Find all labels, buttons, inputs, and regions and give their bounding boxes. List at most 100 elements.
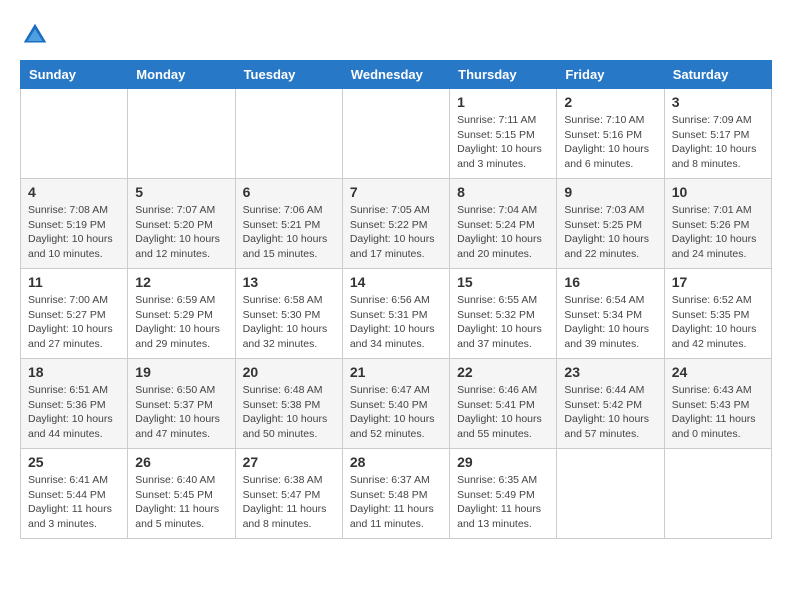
day-info: Sunrise: 7:08 AM Sunset: 5:19 PM Dayligh… (28, 203, 120, 262)
calendar-cell: 26Sunrise: 6:40 AM Sunset: 5:45 PM Dayli… (128, 449, 235, 539)
day-info: Sunrise: 6:55 AM Sunset: 5:32 PM Dayligh… (457, 293, 549, 352)
logo (20, 20, 54, 50)
calendar-cell: 20 Sunrise: 6:48 AM Sunset: 5:38 PM Dayli… (235, 359, 342, 449)
calendar-cell: 25 Sunrise: 6:41 AM Sunset: 5:44 PM Dayli… (21, 449, 128, 539)
day-number: 11 (28, 274, 120, 290)
day-info: Sunrise: 7:05 AM Sunset: 5:22 PM Dayligh… (350, 203, 442, 262)
calendar-cell: 4 Sunrise: 7:08 AM Sunset: 5:19 PM Daylig… (21, 179, 128, 269)
day-number: 3 (672, 94, 764, 110)
day-number: 21 (350, 364, 442, 380)
day-info: Sunrise: 7:04 AM Sunset: 5:24 PM Dayligh… (457, 203, 549, 262)
day-info: Sunrise: 6:50 AM Sunset: 5:37 PM Dayligh… (135, 383, 227, 442)
calendar-cell: 12 Sunrise: 6:59 AM Sunset: 5:29 PM Dayli… (128, 269, 235, 359)
calendar-cell: 10 Sunrise: 7:01 AM Sunset: 5:26 PM Dayli… (664, 179, 771, 269)
calendar-cell: 2 Sunrise: 7:10 AM Sunset: 5:16 PM Daylig… (557, 89, 664, 179)
day-number: 14 (350, 274, 442, 290)
day-info: Sunrise: 6:44 AM Sunset: 5:42 PM Dayligh… (564, 383, 656, 442)
day-number: 5 (135, 184, 227, 200)
calendar-cell: 16 Sunrise: 6:54 AM Sunset: 5:34 PM Dayli… (557, 269, 664, 359)
calendar-cell (235, 89, 342, 179)
day-number: 12 (135, 274, 227, 290)
day-info: Sunrise: 6:51 AM Sunset: 5:36 PM Dayligh… (28, 383, 120, 442)
day-number: 2 (564, 94, 656, 110)
day-info: Sunrise: 6:52 AM Sunset: 5:35 PM Dayligh… (672, 293, 764, 352)
calendar-cell: 3 Sunrise: 7:09 AM Sunset: 5:17 PM Daylig… (664, 89, 771, 179)
day-info: Sunrise: 6:59 AM Sunset: 5:29 PM Dayligh… (135, 293, 227, 352)
calendar-cell: 13 Sunrise: 6:58 AM Sunset: 5:30 PM Dayli… (235, 269, 342, 359)
day-info: Sunrise: 7:09 AM Sunset: 5:17 PM Dayligh… (672, 113, 764, 172)
day-number: 4 (28, 184, 120, 200)
day-number: 22 (457, 364, 549, 380)
calendar-cell: 24Sunrise: 6:43 AM Sunset: 5:43 PM Dayli… (664, 359, 771, 449)
calendar-cell (21, 89, 128, 179)
col-header-monday: Monday (128, 61, 235, 89)
day-info: Sunrise: 6:41 AM Sunset: 5:44 PM Dayligh… (28, 473, 120, 532)
day-info: Sunrise: 6:38 AM Sunset: 5:47 PM Dayligh… (243, 473, 335, 532)
day-number: 28 (350, 454, 442, 470)
calendar-cell: 9 Sunrise: 7:03 AM Sunset: 5:25 PM Daylig… (557, 179, 664, 269)
col-header-wednesday: Wednesday (342, 61, 449, 89)
calendar-cell: 1 Sunrise: 7:11 AM Sunset: 5:15 PM Daylig… (450, 89, 557, 179)
calendar-cell: 11 Sunrise: 7:00 AM Sunset: 5:27 PM Dayli… (21, 269, 128, 359)
day-info: Sunrise: 7:03 AM Sunset: 5:25 PM Dayligh… (564, 203, 656, 262)
calendar-week-row: 11 Sunrise: 7:00 AM Sunset: 5:27 PM Dayli… (21, 269, 772, 359)
day-info: Sunrise: 7:01 AM Sunset: 5:26 PM Dayligh… (672, 203, 764, 262)
calendar-week-row: 18 Sunrise: 6:51 AM Sunset: 5:36 PM Dayli… (21, 359, 772, 449)
calendar-cell: 22 Sunrise: 6:46 AM Sunset: 5:41 PM Dayli… (450, 359, 557, 449)
calendar-cell (557, 449, 664, 539)
calendar-cell: 21 Sunrise: 6:47 AM Sunset: 5:40 PM Dayli… (342, 359, 449, 449)
day-number: 17 (672, 274, 764, 290)
day-number: 8 (457, 184, 549, 200)
day-number: 25 (28, 454, 120, 470)
day-info: Sunrise: 6:58 AM Sunset: 5:30 PM Dayligh… (243, 293, 335, 352)
day-number: 9 (564, 184, 656, 200)
calendar-cell: 7 Sunrise: 7:05 AM Sunset: 5:22 PM Daylig… (342, 179, 449, 269)
calendar-cell: 17 Sunrise: 6:52 AM Sunset: 5:35 PM Dayli… (664, 269, 771, 359)
day-info: Sunrise: 7:11 AM Sunset: 5:15 PM Dayligh… (457, 113, 549, 172)
day-number: 19 (135, 364, 227, 380)
calendar-week-row: 1 Sunrise: 7:11 AM Sunset: 5:15 PM Daylig… (21, 89, 772, 179)
day-number: 7 (350, 184, 442, 200)
day-info: Sunrise: 6:48 AM Sunset: 5:38 PM Dayligh… (243, 383, 335, 442)
calendar-cell: 19 Sunrise: 6:50 AM Sunset: 5:37 PM Dayli… (128, 359, 235, 449)
calendar-cell: 28 Sunrise: 6:37 AM Sunset: 5:48 PM Dayli… (342, 449, 449, 539)
day-number: 16 (564, 274, 656, 290)
day-info: Sunrise: 6:43 AM Sunset: 5:43 PM Dayligh… (672, 383, 764, 442)
calendar-cell: 29Sunrise: 6:35 AM Sunset: 5:49 PM Dayli… (450, 449, 557, 539)
col-header-thursday: Thursday (450, 61, 557, 89)
calendar-cell: 27 Sunrise: 6:38 AM Sunset: 5:47 PM Dayli… (235, 449, 342, 539)
calendar-week-row: 25 Sunrise: 6:41 AM Sunset: 5:44 PM Dayli… (21, 449, 772, 539)
day-info: Sunrise: 6:56 AM Sunset: 5:31 PM Dayligh… (350, 293, 442, 352)
day-number: 10 (672, 184, 764, 200)
day-info: Sunrise: 6:54 AM Sunset: 5:34 PM Dayligh… (564, 293, 656, 352)
calendar-cell: 6 Sunrise: 7:06 AM Sunset: 5:21 PM Daylig… (235, 179, 342, 269)
day-number: 13 (243, 274, 335, 290)
day-number: 6 (243, 184, 335, 200)
day-number: 27 (243, 454, 335, 470)
calendar-cell: 18 Sunrise: 6:51 AM Sunset: 5:36 PM Dayli… (21, 359, 128, 449)
col-header-saturday: Saturday (664, 61, 771, 89)
calendar-cell: 14 Sunrise: 6:56 AM Sunset: 5:31 PM Dayli… (342, 269, 449, 359)
day-info: Sunrise: 6:46 AM Sunset: 5:41 PM Dayligh… (457, 383, 549, 442)
day-number: 15 (457, 274, 549, 290)
calendar-cell (128, 89, 235, 179)
calendar-header-row: SundayMondayTuesdayWednesdayThursdayFrid… (21, 61, 772, 89)
col-header-sunday: Sunday (21, 61, 128, 89)
day-info: Sunrise: 6:40 AM Sunset: 5:45 PM Dayligh… (135, 473, 227, 532)
page-header (20, 20, 772, 50)
day-info: Sunrise: 7:00 AM Sunset: 5:27 PM Dayligh… (28, 293, 120, 352)
day-number: 1 (457, 94, 549, 110)
day-number: 18 (28, 364, 120, 380)
day-number: 23 (564, 364, 656, 380)
day-info: Sunrise: 7:06 AM Sunset: 5:21 PM Dayligh… (243, 203, 335, 262)
day-info: Sunrise: 7:10 AM Sunset: 5:16 PM Dayligh… (564, 113, 656, 172)
day-info: Sunrise: 6:37 AM Sunset: 5:48 PM Dayligh… (350, 473, 442, 532)
col-header-friday: Friday (557, 61, 664, 89)
day-info: Sunrise: 6:35 AM Sunset: 5:49 PM Dayligh… (457, 473, 549, 532)
logo-icon (20, 20, 50, 50)
day-number: 20 (243, 364, 335, 380)
day-info: Sunrise: 6:47 AM Sunset: 5:40 PM Dayligh… (350, 383, 442, 442)
calendar-cell: 5Sunrise: 7:07 AM Sunset: 5:20 PM Daylig… (128, 179, 235, 269)
calendar-cell (342, 89, 449, 179)
calendar-cell: 23 Sunrise: 6:44 AM Sunset: 5:42 PM Dayli… (557, 359, 664, 449)
